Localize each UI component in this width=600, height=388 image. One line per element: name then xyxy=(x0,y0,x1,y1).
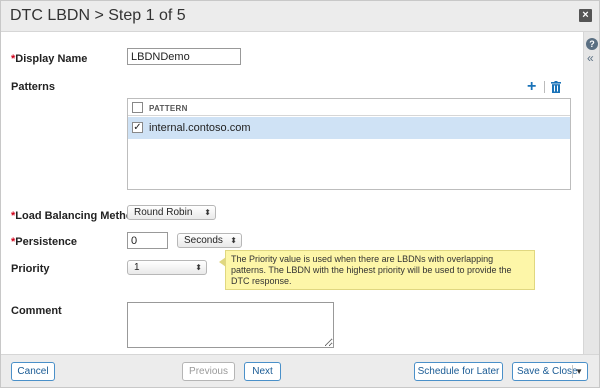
priority-help-tooltip: The Priority value is used when there ar… xyxy=(219,250,535,290)
row-checkbox[interactable]: ✓ xyxy=(132,122,143,133)
comment-label: Comment xyxy=(11,305,62,317)
schedule-later-button[interactable]: Schedule for Later xyxy=(414,362,503,381)
split-divider xyxy=(572,365,573,378)
persistence-unit-select[interactable]: Seconds ⬍ xyxy=(177,233,242,248)
toolbar-divider xyxy=(544,81,545,93)
select-arrows-icon: ⬍ xyxy=(230,236,237,245)
dialog-footer: Cancel Previous Next Schedule for Later … xyxy=(1,354,599,387)
persistence-unit-value: Seconds xyxy=(184,235,223,246)
select-all-checkbox[interactable] xyxy=(132,102,143,113)
lb-method-label-text: Load Balancing Method xyxy=(15,210,140,222)
priority-select[interactable]: 1 ⬍ xyxy=(127,260,207,275)
close-icon[interactable]: × xyxy=(579,9,592,22)
save-close-button[interactable]: Save & Close ▼ xyxy=(512,362,588,381)
pattern-column-header[interactable]: PATTERN xyxy=(149,104,188,113)
next-button[interactable]: Next xyxy=(244,362,281,381)
display-name-label-text: Display Name xyxy=(15,53,88,65)
lbdn-wizard-dialog: DTC LBDN > Step 1 of 5 × ? « *Display Na… xyxy=(0,0,600,388)
save-close-label: Save & Close xyxy=(517,366,578,377)
patterns-grid: PATTERN ✓ internal.contoso.com xyxy=(127,98,571,190)
chevron-down-icon[interactable]: ▼ xyxy=(575,363,583,380)
priority-value: 1 xyxy=(134,262,140,273)
pattern-value: internal.contoso.com xyxy=(149,122,251,134)
persistence-label-text: Persistence xyxy=(15,236,78,248)
dialog-title: DTC LBDN > Step 1 of 5 xyxy=(10,7,186,24)
side-panel-strip: ? « xyxy=(583,32,599,354)
select-arrows-icon: ⬍ xyxy=(204,208,211,217)
patterns-label: Patterns xyxy=(11,81,56,93)
comment-textarea[interactable] xyxy=(127,302,334,348)
display-name-label: *Display Name xyxy=(11,53,87,65)
add-pattern-icon[interactable]: + xyxy=(527,79,536,95)
select-arrows-icon: ⬍ xyxy=(195,263,202,272)
help-icon[interactable]: ? xyxy=(586,38,598,50)
persistence-label: *Persistence xyxy=(11,236,77,248)
priority-label: Priority xyxy=(11,263,50,275)
lb-method-label: *Load Balancing Method xyxy=(11,210,139,222)
cancel-button[interactable]: Cancel xyxy=(11,362,55,381)
collapse-panel-icon[interactable]: « xyxy=(587,52,594,64)
lb-method-value: Round Robin xyxy=(134,207,193,218)
previous-button[interactable]: Previous xyxy=(182,362,235,381)
persistence-input[interactable] xyxy=(127,232,168,249)
delete-pattern-icon[interactable] xyxy=(551,81,561,93)
patterns-grid-header: PATTERN xyxy=(128,99,570,116)
lb-method-select[interactable]: Round Robin ⬍ xyxy=(127,205,216,220)
table-row[interactable]: ✓ internal.contoso.com xyxy=(128,117,570,139)
dialog-header: DTC LBDN > Step 1 of 5 × xyxy=(1,1,599,32)
display-name-input[interactable] xyxy=(127,48,241,65)
